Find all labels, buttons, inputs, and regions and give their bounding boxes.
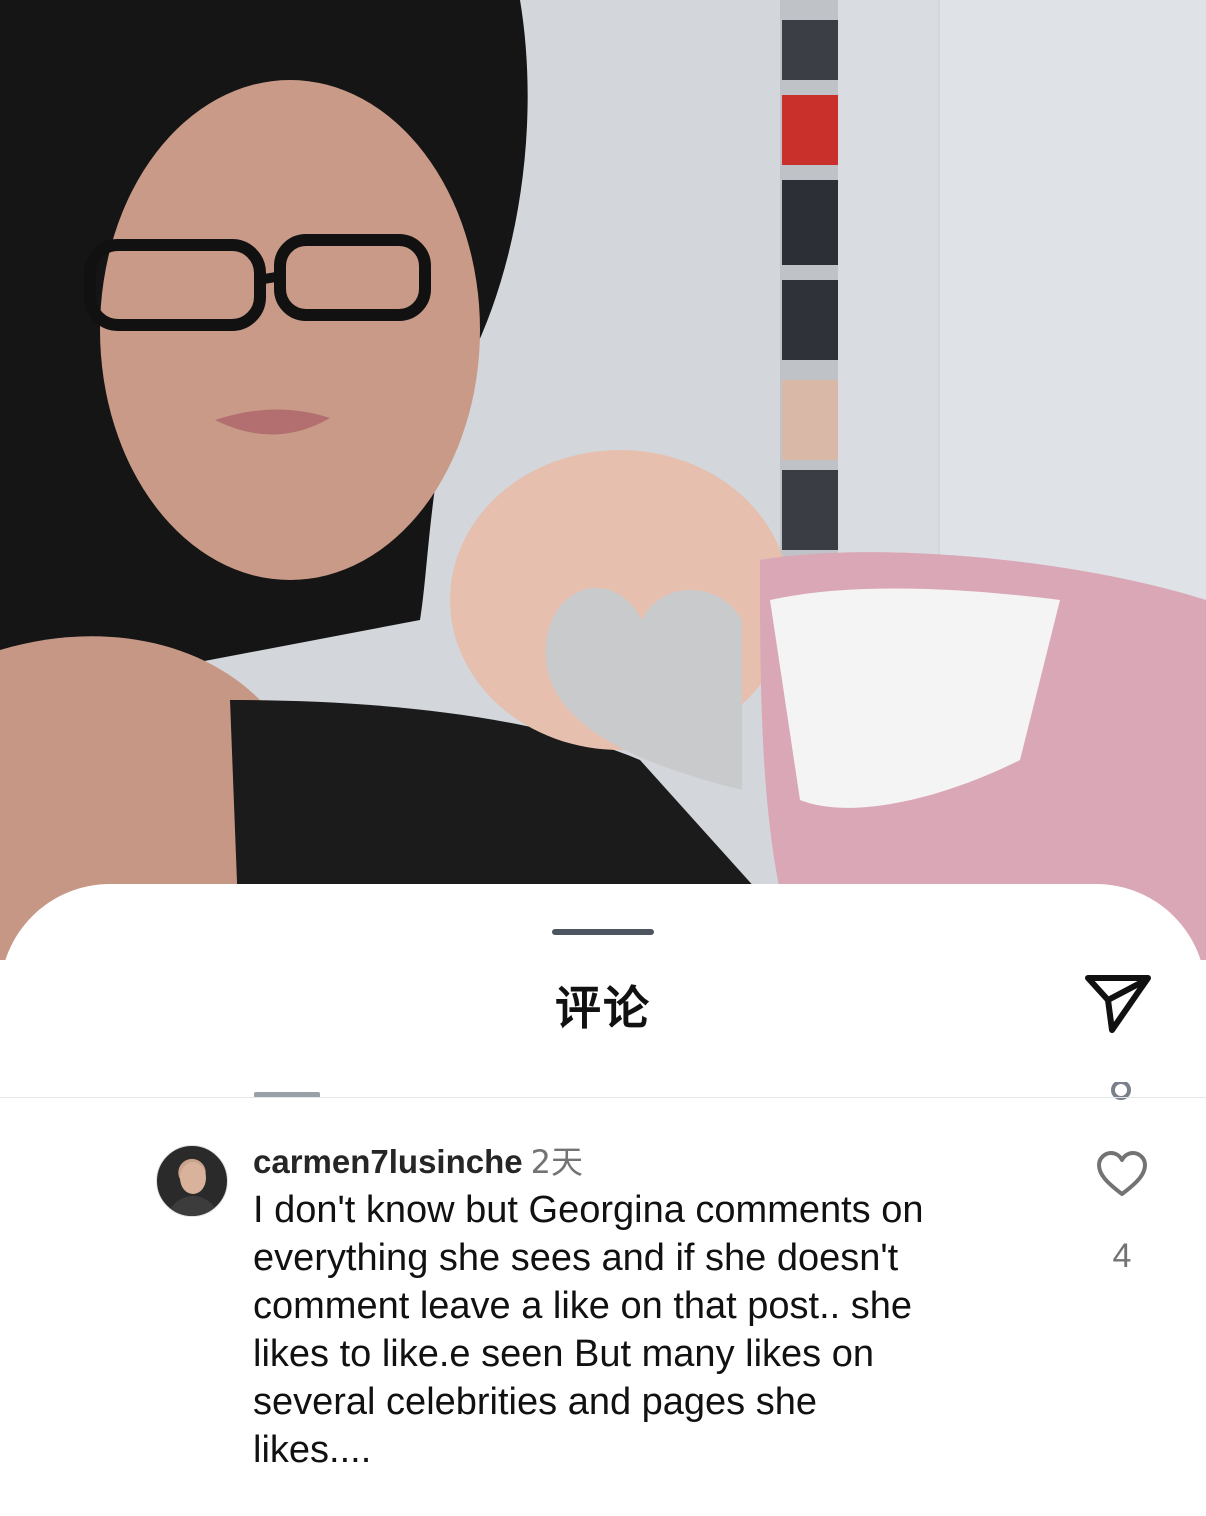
comments-sheet: 评论 carmen7lusinche 2天 I don't know but Ge… <box>0 884 1206 1516</box>
like-count: 4 <box>1112 1237 1132 1275</box>
previous-comment-count-remnant <box>1108 1082 1138 1106</box>
comment-time: 2天 <box>530 1143 583 1181</box>
comment-text: I don't know but Georgina comments on ev… <box>253 1189 924 1471</box>
comment-username[interactable]: carmen7lusinche <box>253 1143 523 1180</box>
comment-meta: carmen7lusinche 2天 <box>253 1142 583 1182</box>
previous-comment-reply-remnant <box>254 1082 324 1098</box>
heart-outline-icon <box>1097 1151 1147 1196</box>
sheet-grabber[interactable] <box>552 929 654 935</box>
avatar[interactable] <box>156 1145 228 1217</box>
photo-illustration <box>0 0 1206 960</box>
header-divider <box>0 1097 1206 1098</box>
post-photo[interactable] <box>0 0 1206 960</box>
share-send-icon <box>1085 975 1151 1033</box>
share-button[interactable] <box>1082 970 1154 1036</box>
screen: 评论 carmen7lusinche 2天 I don't know but Ge… <box>0 0 1206 1516</box>
sheet-title: 评论 <box>555 981 651 1035</box>
like-button[interactable] <box>1096 1150 1148 1198</box>
